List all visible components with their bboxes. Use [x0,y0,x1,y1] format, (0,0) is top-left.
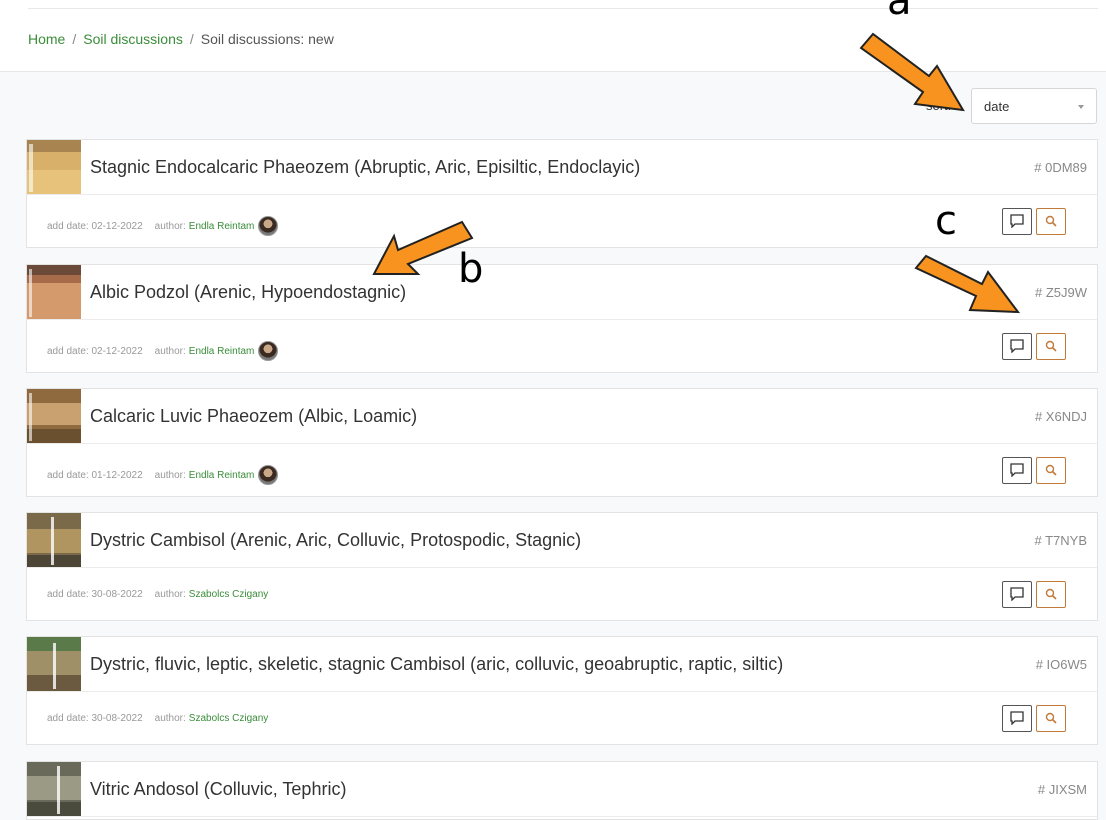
speech-bubble-icon [1010,463,1024,477]
card-meta: add date: 02-12-2022 author: Endla Reint… [47,341,279,361]
annotation-label-c: c [935,198,957,244]
card-header[interactable]: Calcaric Luvic Phaeozem (Albic, Loamic) … [27,389,1097,444]
view-button[interactable] [1036,705,1066,732]
comment-button[interactable] [1002,705,1032,732]
discussion-code: # Z5J9W [1034,285,1087,300]
discussion-code: # IO6W5 [1035,657,1087,672]
comment-button[interactable] [1002,581,1032,608]
chevron-down-icon [1078,105,1084,109]
discussion-title[interactable]: Dystric, fluvic, leptic, skeletic, stagn… [90,654,783,675]
speech-bubble-icon [1010,587,1024,601]
card-meta: add date: 30-08-2022 author: Szabolcs Cz… [47,589,268,600]
annotation-label-a: a [887,0,912,24]
card-meta: add date: 02-12-2022 author: Endla Reint… [47,216,279,236]
discussion-card: Dystric, fluvic, leptic, skeletic, stagn… [26,636,1098,745]
breadcrumb-separator: / [189,31,194,47]
card-meta: add date: 30-08-2022 author: Szabolcs Cz… [47,713,268,724]
breadcrumb-current: Soil discussions: new [200,31,334,47]
view-button[interactable] [1036,581,1066,608]
author-link[interactable]: Szabolcs Czigany [189,713,268,724]
discussion-card: Calcaric Luvic Phaeozem (Albic, Loamic) … [26,388,1098,497]
comment-button[interactable] [1002,333,1032,360]
comment-button[interactable] [1002,457,1032,484]
speech-bubble-icon [1010,214,1024,228]
discussion-code: # T7NYB [1034,533,1087,548]
divider [28,8,1098,9]
comment-button[interactable] [1002,208,1032,235]
discussion-card: Vitric Andosol (Colluvic, Tephric) # JIX… [26,761,1098,820]
author-label: author: [154,345,186,357]
soil-profile-thumbnail[interactable] [27,762,81,816]
author-link[interactable]: Szabolcs Czigany [189,589,268,600]
annotation-arrow-c [914,254,1021,314]
author-label: author: [154,589,186,600]
author-label: author: [154,713,186,724]
add-date: add date: 02-12-2022 [47,345,143,357]
discussion-title[interactable]: Vitric Andosol (Colluvic, Tephric) [90,779,346,800]
avatar[interactable] [258,216,279,236]
card-header[interactable]: Vitric Andosol (Colluvic, Tephric) # JIX… [27,762,1097,817]
add-date: add date: 02-12-2022 [47,220,143,232]
soil-profile-thumbnail[interactable] [27,513,81,567]
add-date: add date: 30-08-2022 [47,589,143,600]
view-button[interactable] [1036,208,1066,235]
breadcrumb-separator: / [72,31,77,47]
add-date: add date: 01-12-2022 [47,469,143,481]
sort-value: date [984,99,1010,114]
view-button[interactable] [1036,457,1066,484]
discussion-code: # 0DM89 [1034,160,1087,175]
discussion-title[interactable]: Calcaric Luvic Phaeozem (Albic, Loamic) [90,406,417,427]
soil-profile-thumbnail[interactable] [27,265,81,319]
add-date: add date: 30-08-2022 [47,713,143,724]
speech-bubble-icon [1010,711,1024,725]
breadcrumb: Home / Soil discussions / Soil discussio… [28,31,334,47]
card-meta: add date: 01-12-2022 author: Endla Reint… [47,465,279,485]
avatar[interactable] [258,465,279,485]
card-header[interactable]: Stagnic Endocalcaric Phaeozem (Abruptic,… [27,140,1097,195]
sort-select[interactable]: date [971,88,1097,124]
discussion-title[interactable]: Dystric Cambisol (Arenic, Aric, Colluvic… [90,530,581,551]
author-link[interactable]: Endla Reintam [189,346,255,357]
card-header[interactable]: Dystric, fluvic, leptic, skeletic, stagn… [27,637,1097,692]
discussion-code: # JIXSM [1037,782,1087,797]
magnifier-icon [1045,215,1057,227]
soil-profile-thumbnail[interactable] [27,389,81,443]
view-button[interactable] [1036,333,1066,360]
speech-bubble-icon [1010,339,1024,353]
soil-profile-thumbnail[interactable] [27,637,81,691]
breadcrumb-soil-discussions[interactable]: Soil discussions [83,31,183,47]
soil-profile-thumbnail[interactable] [27,140,81,194]
discussion-title[interactable]: Albic Podzol (Arenic, Hypoendostagnic) [90,282,406,303]
avatar[interactable] [258,341,279,361]
annotation-arrow-a [859,32,965,112]
discussion-code: # X6NDJ [1034,409,1087,424]
author-label: author: [154,469,186,481]
breadcrumb-home[interactable]: Home [28,31,65,47]
magnifier-icon [1045,340,1057,352]
magnifier-icon [1045,464,1057,476]
author-label: author: [154,220,186,232]
card-header[interactable]: Dystric Cambisol (Arenic, Aric, Colluvic… [27,513,1097,568]
magnifier-icon [1045,712,1057,724]
discussion-title[interactable]: Stagnic Endocalcaric Phaeozem (Abruptic,… [90,157,640,178]
discussion-card: Dystric Cambisol (Arenic, Aric, Colluvic… [26,512,1098,621]
annotation-arrow-b [372,220,474,275]
author-link[interactable]: Endla Reintam [189,221,255,232]
author-link[interactable]: Endla Reintam [189,470,255,481]
magnifier-icon [1045,588,1057,600]
